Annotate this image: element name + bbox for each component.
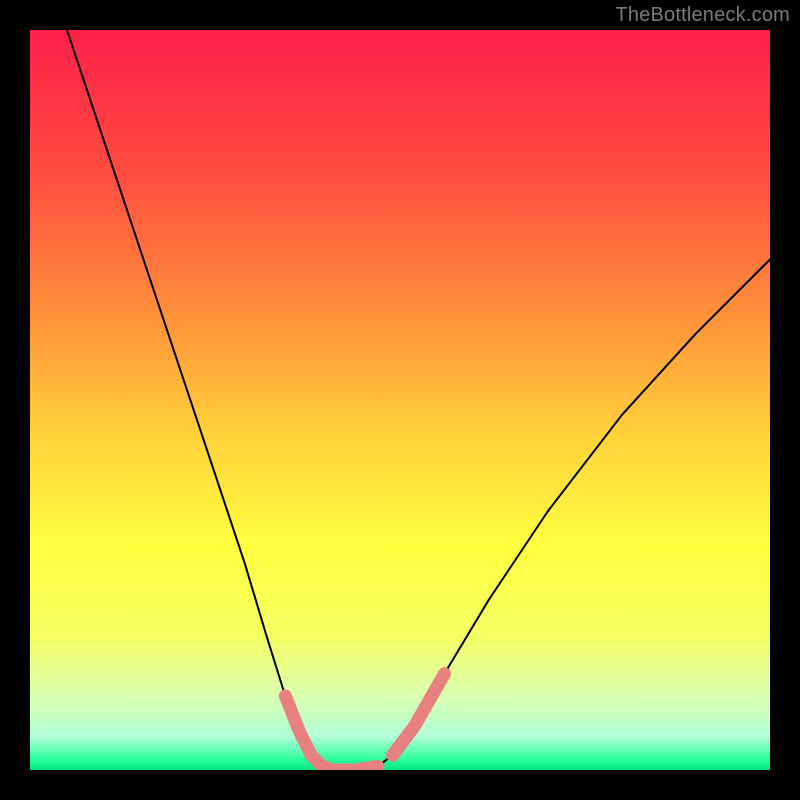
bottleneck-curve (67, 30, 770, 770)
valley-floor-highlight (333, 766, 377, 770)
highlight-markers (285, 674, 444, 770)
curve-layer (30, 30, 770, 770)
chart-stage: TheBottleneck.com (0, 0, 800, 800)
watermark-text: TheBottleneck.com (615, 4, 790, 27)
plot-area (30, 30, 770, 770)
right-ascent-highlight (393, 674, 445, 755)
left-descent-highlight (285, 696, 333, 770)
